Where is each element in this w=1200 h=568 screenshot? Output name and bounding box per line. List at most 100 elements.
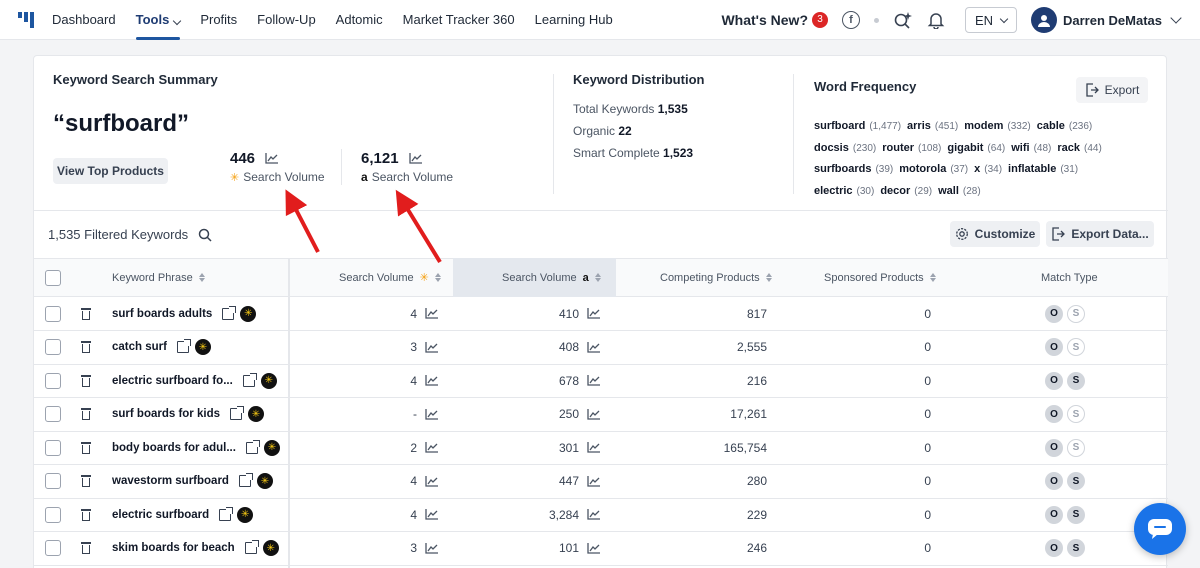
trash-icon[interactable] (81, 374, 91, 387)
word-frequency-word[interactable]: arris (907, 120, 931, 132)
external-link-icon[interactable] (222, 305, 237, 320)
table-row[interactable]: catch surf ✳ 3 408 2,555 0 O S (34, 331, 1168, 365)
nav-learning-hub[interactable]: Learning Hub (535, 0, 613, 40)
nav-adtomic[interactable]: Adtomic (336, 0, 383, 40)
row-checkbox[interactable] (45, 339, 61, 355)
whats-new-link[interactable]: What's New? (721, 12, 808, 28)
external-link-icon[interactable] (244, 540, 259, 554)
match-sponsored-pill[interactable]: S (1067, 338, 1085, 356)
chart-trend-icon[interactable] (425, 341, 438, 353)
word-frequency-word[interactable]: rack (1057, 142, 1080, 154)
table-row[interactable]: body boards for adul... ✳ 2 301 165,754 0 O S (34, 431, 1168, 465)
walmart-badge-icon[interactable]: ✳ (260, 372, 277, 389)
keyword-text[interactable]: surf boards adults (112, 308, 212, 320)
bell-icon[interactable] (927, 11, 945, 29)
word-frequency-word[interactable]: docsis (814, 142, 849, 154)
match-sponsored-pill[interactable]: S (1067, 371, 1085, 390)
trash-icon[interactable] (81, 508, 91, 521)
trash-icon[interactable] (81, 307, 91, 320)
external-link-icon[interactable] (230, 406, 244, 420)
keyword-text[interactable]: wavestorm surfboard (112, 475, 229, 487)
row-checkbox[interactable] (45, 506, 61, 523)
word-frequency-word[interactable]: gigabit (947, 142, 983, 154)
header-competing[interactable]: Competing Products (660, 258, 772, 297)
table-row[interactable]: skim boards for beach ✳ 3 101 246 0 O S (34, 532, 1168, 566)
table-row[interactable]: surf boards for kids ✳ - 250 17,261 0 O S (34, 398, 1168, 432)
word-frequency-word[interactable]: decor (880, 185, 910, 197)
avatar[interactable] (1031, 7, 1057, 33)
match-organic-pill[interactable]: O (1045, 371, 1063, 390)
chart-trend-icon[interactable] (587, 308, 600, 319)
walmart-badge-icon[interactable]: ✳ (263, 439, 280, 456)
export-button[interactable]: Export (1076, 77, 1148, 103)
match-organic-pill[interactable]: O (1045, 304, 1063, 323)
row-checkbox[interactable] (45, 439, 61, 456)
chevron-down-icon[interactable] (1170, 12, 1182, 24)
walmart-badge-icon[interactable]: ✳ (194, 339, 211, 355)
header-sv-walmart[interactable]: Search Volume ✳ (339, 258, 441, 297)
facebook-icon[interactable]: f (842, 11, 860, 29)
keyword-text[interactable]: catch surf (112, 341, 167, 353)
chart-trend-icon[interactable] (425, 542, 438, 554)
walmart-badge-icon[interactable]: ✳ (237, 506, 254, 523)
match-organic-pill[interactable]: O (1045, 539, 1063, 557)
match-sponsored-pill[interactable]: S (1067, 505, 1085, 524)
match-sponsored-pill[interactable]: S (1067, 539, 1085, 557)
external-link-icon[interactable] (176, 339, 191, 353)
word-frequency-word[interactable]: surfboard (814, 120, 865, 132)
word-frequency-word[interactable]: wall (938, 185, 959, 197)
row-checkbox[interactable] (45, 540, 61, 556)
external-link-icon[interactable] (242, 372, 257, 387)
match-sponsored-pill[interactable]: S (1067, 405, 1085, 423)
header-keyword[interactable]: Keyword Phrase (112, 258, 205, 297)
keyword-text[interactable]: skim boards for beach (112, 542, 235, 554)
chart-trend-icon[interactable] (408, 153, 422, 164)
chart-trend-icon[interactable] (587, 475, 600, 487)
row-checkbox[interactable] (45, 305, 61, 322)
view-top-products-button[interactable]: View Top Products (53, 158, 168, 184)
chart-trend-icon[interactable] (587, 542, 600, 554)
table-row[interactable]: surf boards adults ✳ 4 410 817 0 O S (34, 297, 1168, 331)
match-organic-pill[interactable]: O (1045, 472, 1063, 490)
keyword-text[interactable]: body boards for adul... (112, 442, 236, 454)
match-organic-pill[interactable]: O (1045, 338, 1063, 356)
table-row[interactable]: electric surfboard fo... ✳ 4 678 216 0 O S (34, 364, 1168, 398)
language-select[interactable]: EN (965, 7, 1017, 33)
walmart-badge-icon[interactable]: ✳ (248, 406, 264, 422)
chart-trend-icon[interactable] (425, 475, 438, 487)
chart-trend-icon[interactable] (587, 442, 600, 453)
trash-icon[interactable] (81, 408, 91, 420)
keyword-text[interactable]: surf boards for kids (112, 408, 220, 420)
table-row[interactable]: wavestorm surfboard ✳ 4 447 280 0 O S (34, 465, 1168, 499)
external-link-icon[interactable] (219, 506, 234, 521)
chart-trend-icon[interactable] (425, 408, 438, 420)
nav-profits[interactable]: Profits (200, 0, 237, 40)
nav-market-tracker[interactable]: Market Tracker 360 (403, 0, 515, 40)
search-icon[interactable] (198, 228, 212, 242)
keyword-text[interactable]: electric surfboard (112, 509, 209, 521)
chart-trend-icon[interactable] (587, 408, 600, 420)
word-frequency-word[interactable]: electric (814, 185, 853, 197)
word-frequency-word[interactable]: motorola (899, 163, 946, 175)
external-link-icon[interactable] (238, 473, 253, 487)
trash-icon[interactable] (81, 341, 91, 353)
word-frequency-word[interactable]: x (974, 163, 980, 175)
user-name[interactable]: Darren DeMatas (1063, 13, 1162, 28)
jungle-scout-logo-icon[interactable] (18, 11, 34, 28)
external-link-icon[interactable] (245, 439, 260, 454)
walmart-badge-icon[interactable]: ✳ (262, 540, 279, 556)
nav-dashboard[interactable]: Dashboard (52, 0, 116, 40)
word-frequency-word[interactable]: router (882, 142, 914, 154)
match-sponsored-pill[interactable]: S (1067, 472, 1085, 490)
match-sponsored-pill[interactable]: S (1067, 304, 1085, 323)
walmart-badge-icon[interactable]: ✳ (240, 305, 257, 322)
match-organic-pill[interactable]: O (1045, 438, 1063, 457)
word-frequency-word[interactable]: inflatable (1008, 163, 1056, 175)
nav-tools[interactable]: Tools (135, 0, 182, 40)
sparkle-search-icon[interactable] (893, 10, 913, 30)
chart-trend-icon[interactable] (425, 375, 438, 386)
chart-trend-icon[interactable] (587, 341, 600, 353)
row-checkbox[interactable] (45, 406, 61, 422)
export-data-button[interactable]: Export Data... (1046, 221, 1154, 247)
word-frequency-word[interactable]: cable (1037, 120, 1065, 132)
